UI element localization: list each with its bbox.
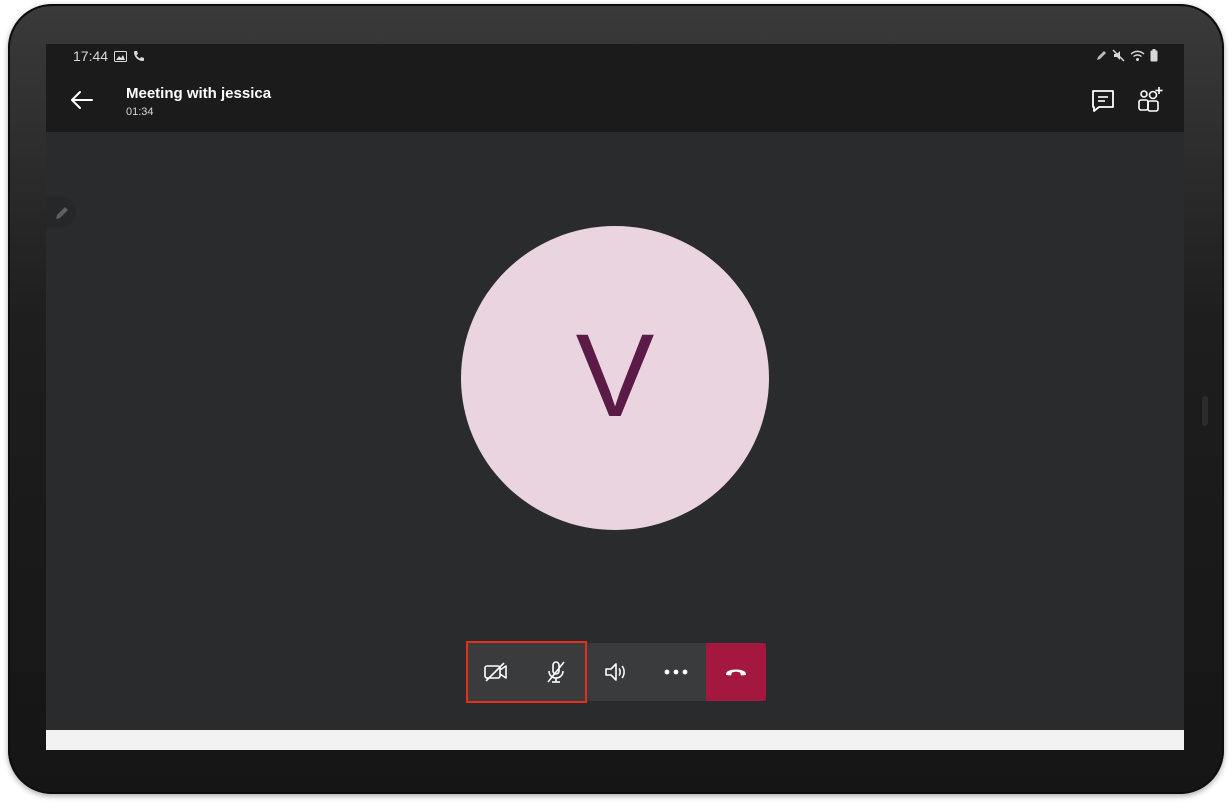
image-icon [114, 50, 128, 62]
add-people-icon [1138, 87, 1163, 112]
camera-off-button[interactable] [466, 643, 526, 701]
bottom-strip [46, 730, 1184, 750]
status-time: 17:44 [73, 48, 109, 64]
device-side-button [1202, 396, 1208, 426]
mic-off-icon [547, 661, 565, 683]
add-people-button[interactable] [1136, 86, 1164, 114]
status-bar: 17:44 [46, 44, 1184, 68]
more-icon [664, 669, 688, 675]
pen-icon [56, 207, 68, 219]
wifi-icon [1130, 50, 1145, 61]
back-button[interactable] [68, 86, 96, 114]
chat-button[interactable] [1090, 88, 1116, 114]
call-controls-bar [466, 643, 766, 701]
status-left: 17:44 [73, 48, 145, 64]
back-arrow-icon [71, 91, 93, 109]
phone-icon [134, 51, 145, 61]
mic-off-button[interactable] [526, 643, 586, 701]
more-options-button[interactable] [646, 643, 706, 701]
meeting-title: Meeting with jessica [126, 85, 272, 102]
meeting-duration: 01:34 [126, 106, 154, 118]
end-call-button[interactable] [706, 643, 766, 701]
chat-icon [1092, 90, 1114, 112]
participant-initial: V [575, 310, 655, 442]
pen-edge-handle[interactable] [46, 196, 76, 228]
meeting-header: Meeting with jessica 01:34 [46, 68, 1184, 132]
hang-up-icon [726, 669, 746, 676]
battery-icon [1150, 49, 1158, 62]
pen-icon [1097, 50, 1106, 60]
speaker-button[interactable] [586, 643, 646, 701]
screen: 17:44 Meeting with jessica 01:34 V [46, 44, 1184, 750]
mute-icon [1112, 49, 1125, 62]
participant-avatar: V [461, 226, 769, 530]
camera-off-icon [484, 662, 507, 682]
speaker-icon [605, 663, 625, 681]
status-right [1095, 49, 1158, 62]
